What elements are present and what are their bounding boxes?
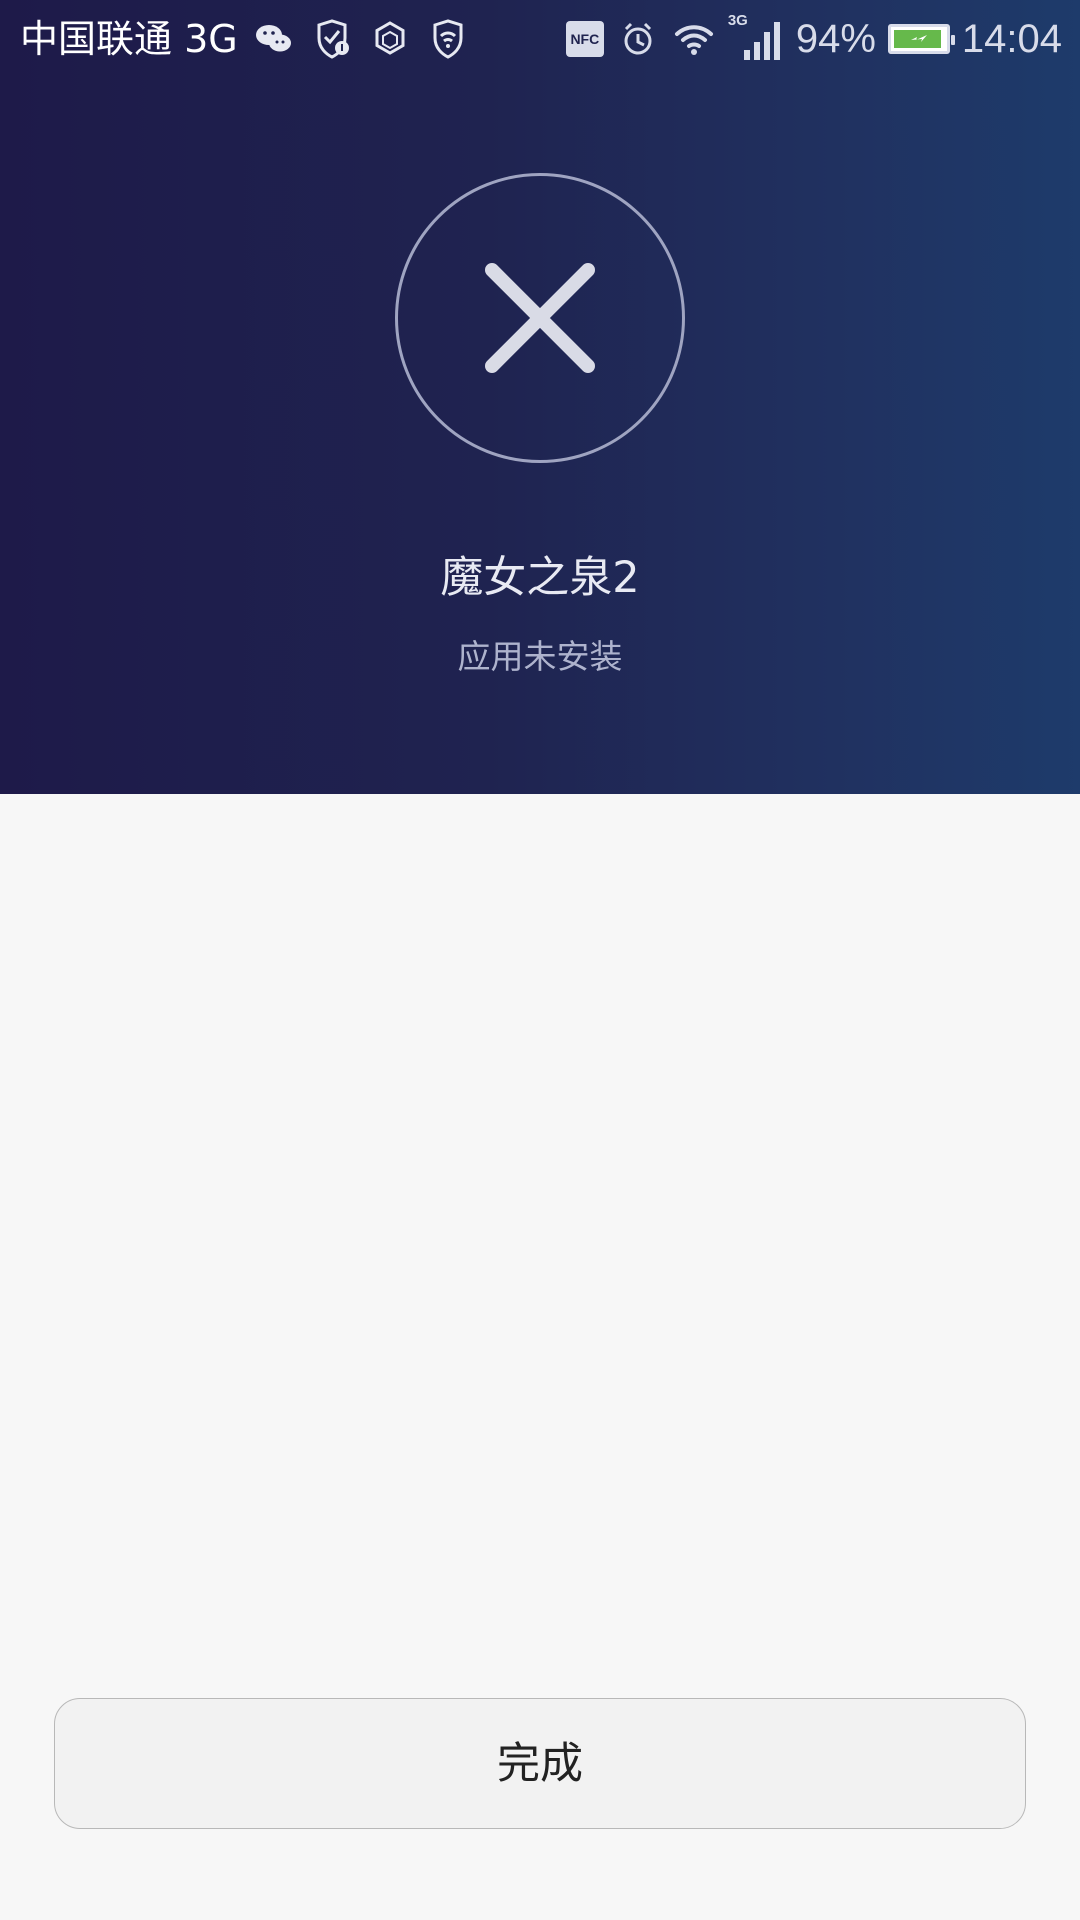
status-left-group: 中国联通 3G (20, 14, 470, 64)
result-header: 中国联通 3G NFC 3G 94% 14:04 魔女之泉2 应用未安装 (0, 0, 1080, 794)
battery-icon (887, 24, 955, 54)
install-result-screen: 中国联通 3G NFC 3G 94% 14:04 魔女之泉2 应用未安装 完成 (0, 0, 1080, 1920)
status-right-group: NFC 3G 94% 14:04 (565, 12, 1062, 64)
shield-notification-icon (310, 17, 354, 61)
wifi-shield-icon (426, 17, 470, 61)
alarm-icon (616, 17, 660, 61)
battery-percent: 94% (795, 17, 876, 61)
close-icon (485, 263, 595, 373)
wifi-icon (672, 17, 716, 61)
done-button[interactable]: 完成 (54, 1698, 1026, 1829)
clock-time: 14:04 (961, 17, 1062, 61)
app-name: 魔女之泉2 (440, 553, 640, 603)
wechat-icon (252, 17, 296, 61)
signal-group: 3G (727, 12, 784, 64)
carrier-label: 中国联通 3G (20, 17, 238, 61)
status-bar: 中国联通 3G NFC 3G 94% 14:04 (0, 0, 1080, 78)
nfc-icon: NFC (565, 21, 604, 57)
network-type-label: 3G (727, 12, 748, 29)
install-status-message: 应用未安装 (457, 637, 623, 676)
install-failed-indicator (395, 173, 685, 463)
hexagon-icon (368, 17, 412, 61)
